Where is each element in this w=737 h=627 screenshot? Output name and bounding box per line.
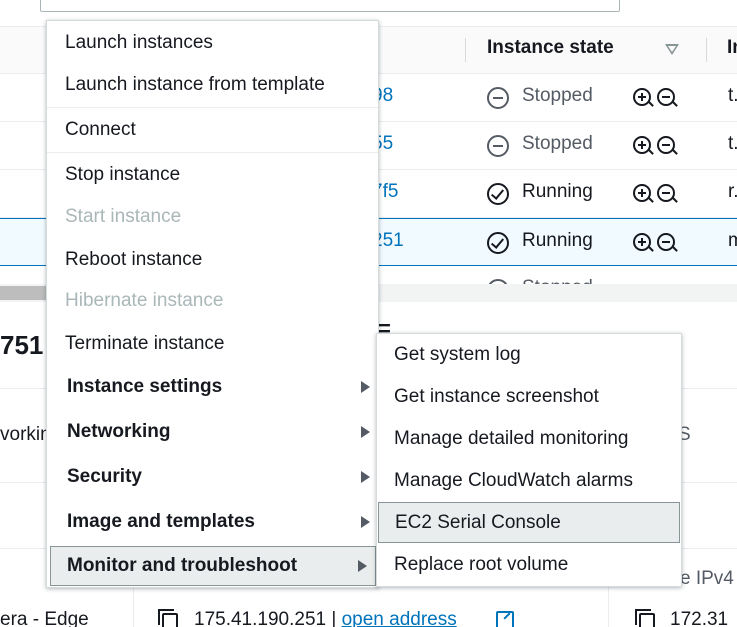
copy-icon[interactable] bbox=[635, 609, 655, 627]
caret-right-icon bbox=[361, 381, 370, 393]
submenu-item-ec2-serial-console[interactable]: EC2 Serial Console bbox=[378, 502, 680, 543]
zoom-in-icon[interactable] bbox=[633, 233, 654, 252]
instance-actions-menu: Launch instances Launch instance from te… bbox=[46, 20, 379, 588]
zoom-out-icon[interactable] bbox=[657, 88, 678, 107]
private-ipv4-value: 172.31 bbox=[670, 609, 729, 627]
menu-group-label: Security bbox=[67, 466, 142, 487]
menu-group-label: Networking bbox=[67, 421, 171, 442]
submenu-item-get-instance-screenshot[interactable]: Get instance screenshot bbox=[377, 386, 681, 408]
caret-right-icon bbox=[361, 426, 370, 438]
private-ipv4-label: e IPv4 bbox=[680, 568, 734, 589]
menu-group-image-and-templates[interactable]: Image and templates bbox=[47, 511, 378, 533]
column-header-instance-state[interactable]: Instance state bbox=[487, 37, 614, 59]
menu-item-hibernate-instance: Hibernate instance bbox=[65, 290, 224, 311]
menu-group-label: Monitor and troubleshoot bbox=[67, 555, 298, 576]
browser-text: era - Edge bbox=[0, 609, 89, 627]
sort-caret-down-icon[interactable] bbox=[665, 44, 679, 55]
stopped-status-icon bbox=[487, 87, 509, 109]
public-ip: 175.41.190.251 bbox=[194, 609, 327, 627]
instance-type-text: m bbox=[728, 230, 737, 251]
tab-networking[interactable]: vorkin bbox=[0, 424, 51, 446]
menu-item-launch-instances[interactable]: Launch instances bbox=[47, 32, 378, 54]
detail-instance-id: 751 bbox=[0, 330, 44, 360]
instance-state-text: Stopped bbox=[522, 85, 593, 106]
instance-state-text: Stopped bbox=[522, 133, 593, 154]
instance-type-text: r. bbox=[728, 181, 737, 202]
instance-type-text: t. bbox=[728, 133, 737, 154]
menu-divider bbox=[47, 107, 378, 108]
menu-item-launch-from-template[interactable]: Launch instance from template bbox=[47, 74, 378, 96]
stopped-status-icon bbox=[487, 135, 509, 157]
menu-group-label: Instance settings bbox=[67, 376, 223, 397]
public-ipv4-value: 175.41.190.251 | open address bbox=[194, 609, 457, 627]
zoom-in-icon[interactable] bbox=[633, 136, 654, 155]
running-status-icon bbox=[487, 232, 509, 254]
column-separator[interactable] bbox=[706, 38, 707, 62]
submenu-item-replace-root-volume[interactable]: Replace root volume bbox=[377, 554, 681, 576]
caret-right-icon bbox=[361, 516, 370, 528]
instance-type-text: t. bbox=[728, 85, 737, 106]
open-address-link[interactable]: open address bbox=[342, 609, 457, 627]
menu-item-reboot-instance[interactable]: Reboot instance bbox=[47, 249, 378, 271]
external-link-icon[interactable] bbox=[496, 611, 514, 627]
instance-state-text: Running bbox=[522, 181, 593, 202]
instance-state-text: Running bbox=[522, 230, 593, 251]
caret-right-icon bbox=[358, 560, 367, 572]
menu-item-terminate-instance[interactable]: Terminate instance bbox=[47, 333, 378, 355]
submenu-item-get-system-log[interactable]: Get system log bbox=[377, 344, 681, 366]
submenu-item-manage-cloudwatch-alarms[interactable]: Manage CloudWatch alarms bbox=[377, 470, 681, 492]
menu-group-label: Image and templates bbox=[67, 511, 255, 532]
monitor-troubleshoot-submenu: Get system log Get instance screenshot M… bbox=[376, 333, 682, 587]
menu-item-stop-instance[interactable]: Stop instance bbox=[47, 164, 378, 186]
caret-right-icon bbox=[361, 471, 370, 483]
copy-icon[interactable] bbox=[158, 609, 178, 627]
menu-group-monitor-and-troubleshoot[interactable]: Monitor and troubleshoot bbox=[50, 546, 376, 586]
menu-group-networking[interactable]: Networking bbox=[47, 421, 378, 443]
submenu-item-manage-detailed-monitoring[interactable]: Manage detailed monitoring bbox=[377, 428, 681, 450]
menu-item-start-instance: Start instance bbox=[65, 206, 182, 227]
zoom-out-icon[interactable] bbox=[657, 136, 678, 155]
zoom-in-icon[interactable] bbox=[633, 184, 654, 203]
zoom-out-icon[interactable] bbox=[657, 184, 678, 203]
search-filter-input[interactable] bbox=[40, 0, 620, 12]
zoom-in-icon[interactable] bbox=[633, 88, 654, 107]
scrollbar-thumb[interactable] bbox=[0, 286, 50, 300]
zoom-out-icon[interactable] bbox=[657, 233, 678, 252]
menu-group-instance-settings[interactable]: Instance settings bbox=[47, 376, 378, 398]
menu-divider bbox=[47, 152, 378, 153]
menu-item-connect[interactable]: Connect bbox=[47, 119, 378, 141]
column-separator[interactable] bbox=[465, 38, 466, 62]
menu-group-security[interactable]: Security bbox=[47, 466, 378, 488]
running-status-icon bbox=[487, 183, 509, 205]
column-header-instance-type[interactable]: In bbox=[727, 37, 737, 59]
